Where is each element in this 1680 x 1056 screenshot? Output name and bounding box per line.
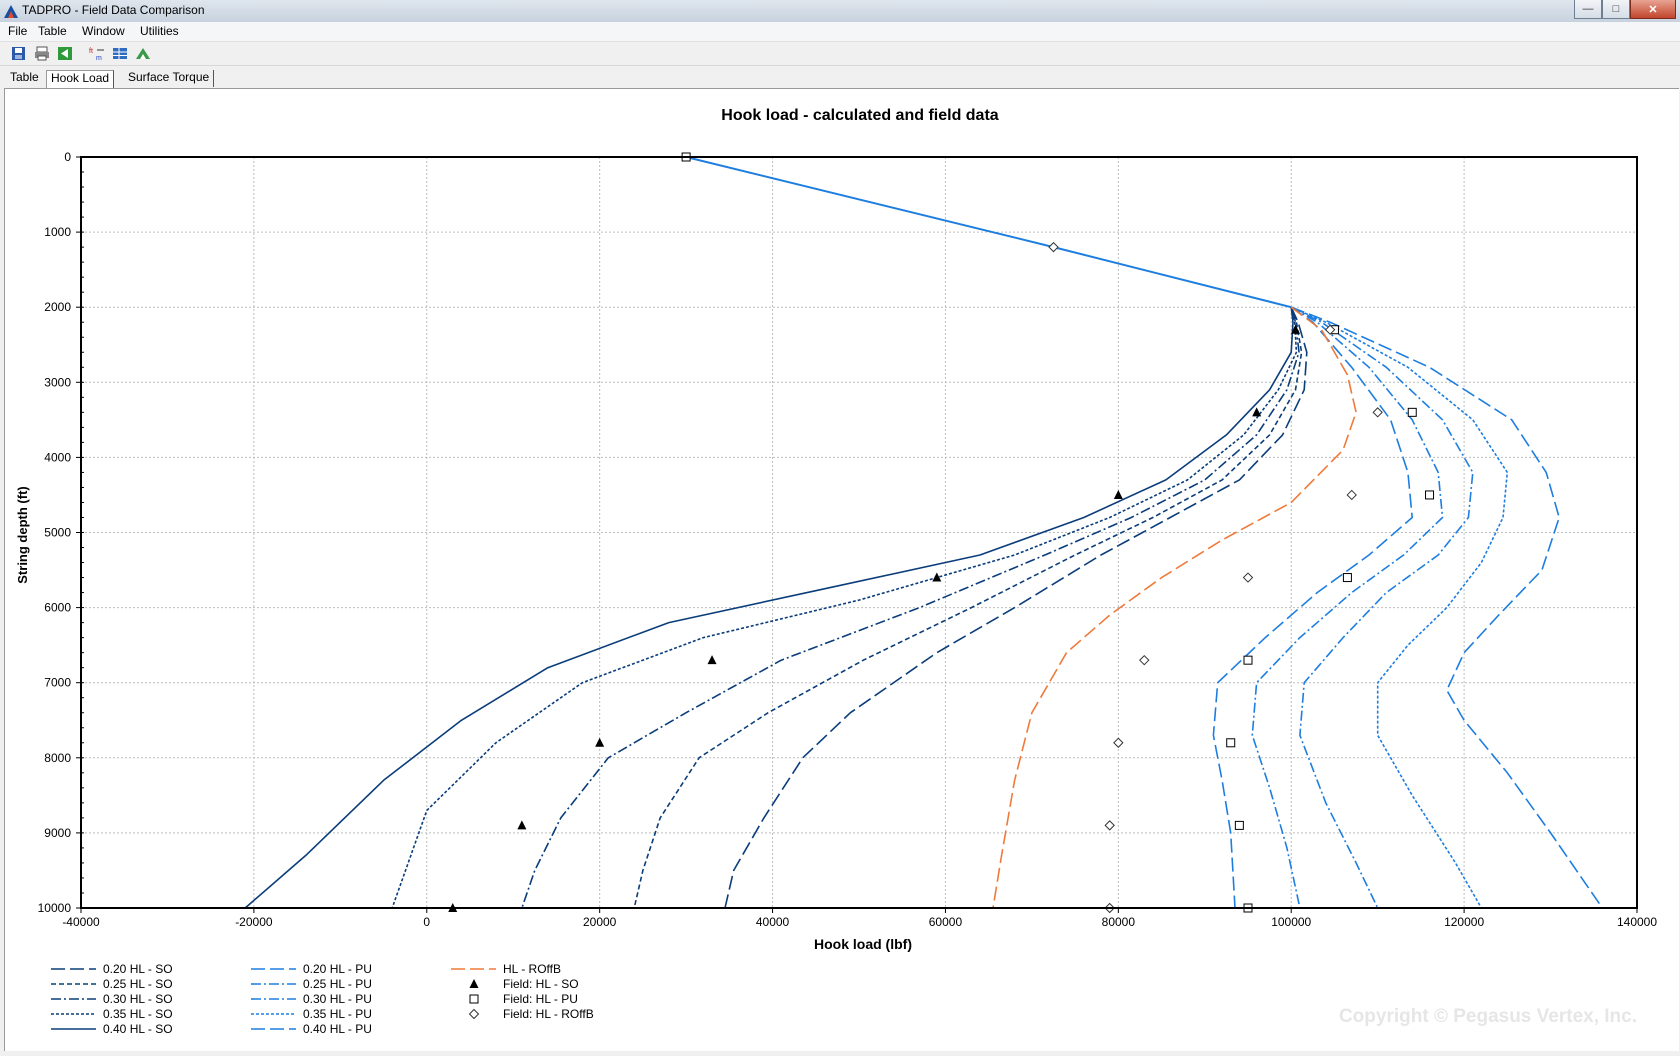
- tab-surface-torque[interactable]: Surface Torque: [124, 70, 215, 87]
- x-tick-label: 100000: [1271, 915, 1311, 929]
- tab-strip: Table Hook Load Surface Torque: [0, 66, 1680, 88]
- app-icon: [4, 5, 18, 18]
- x-tick-label: 120000: [1444, 915, 1484, 929]
- legend-label-field-2: Field: HL - PU: [503, 992, 578, 1006]
- x-tick-label: 40000: [756, 915, 790, 929]
- field-pu-point: [1243, 655, 1253, 665]
- maximize-icon: □: [1612, 3, 1620, 15]
- legend-marker-field-2: [469, 994, 479, 1004]
- legend-label-9: 0.35 HL - PU: [303, 1007, 372, 1021]
- field-pu-point: [1234, 820, 1244, 830]
- field-so-point: [707, 655, 717, 665]
- x-tick-label: 60000: [929, 915, 963, 929]
- x-tick-label: -40000: [62, 915, 100, 929]
- back-icon[interactable]: [56, 45, 74, 62]
- save-icon[interactable]: [10, 45, 28, 62]
- y-tick-label: 0: [64, 150, 71, 164]
- x-axis-label: Hook load (lbf): [814, 936, 912, 952]
- legend-label-4: 0.35 HL - SO: [103, 1007, 173, 1021]
- field-roffb-point: [1346, 489, 1357, 501]
- table-icon[interactable]: [111, 45, 129, 62]
- field-so-point: [517, 820, 527, 830]
- legend-marker-field-3: [468, 1008, 480, 1020]
- field-roffb-point: [1113, 737, 1124, 748]
- legend-label-field-1: Field: HL - SO: [503, 977, 579, 991]
- toolbar: ft m: [0, 42, 1680, 66]
- y-tick-label: 9000: [44, 826, 71, 840]
- y-tick-label: 10000: [38, 901, 72, 915]
- hook-load-chart: Hook load - calculated and field data -4…: [15, 107, 1657, 1036]
- close-icon: ✕: [1648, 3, 1658, 16]
- svg-text:ft: ft: [89, 48, 93, 55]
- legend-label-6: 0.20 HL - PU: [303, 962, 372, 976]
- minimize-button[interactable]: —: [1574, 0, 1602, 19]
- menu-bar: File Table Window Utilities: [0, 22, 1680, 42]
- menu-window[interactable]: Window: [82, 24, 125, 38]
- field-pu-point: [1407, 407, 1417, 417]
- field-so-point: [1113, 489, 1123, 499]
- field-pu-point: [1226, 738, 1236, 748]
- maximize-button[interactable]: □: [1602, 0, 1630, 19]
- field-roffb-point: [1104, 820, 1115, 831]
- export-icon[interactable]: [134, 45, 152, 62]
- menu-file[interactable]: File: [8, 24, 27, 38]
- tab-table[interactable]: Table: [6, 70, 43, 87]
- series-line-4: [391, 307, 1298, 909]
- legend-label-5: 0.40 HL - SO: [103, 1022, 173, 1036]
- title-bar: TADPRO - Field Data Comparison — □ ✕: [0, 0, 1680, 23]
- legend-label-field-3: Field: HL - ROffB: [503, 1007, 594, 1021]
- legend-label-1: 0.20 HL - SO: [103, 962, 173, 976]
- units-icon[interactable]: ftm: [88, 45, 106, 62]
- field-roffb-point: [1372, 407, 1383, 418]
- field-pu-point: [1342, 573, 1352, 583]
- svg-text:m: m: [96, 55, 102, 62]
- field-pu-point: [1425, 490, 1435, 500]
- copyright-text: Copyright © Pegasus Vertex, Inc.: [1339, 1006, 1637, 1027]
- close-button[interactable]: ✕: [1630, 0, 1676, 19]
- field-roffb-point: [1048, 241, 1059, 253]
- legend-label-7: 0.25 HL - PU: [303, 977, 372, 991]
- x-tick-label: 140000: [1617, 915, 1657, 929]
- menu-table[interactable]: Table: [38, 24, 67, 38]
- field-roffb-point: [1242, 572, 1254, 583]
- series-line-1: [724, 306, 1308, 909]
- legend-label-8: 0.30 HL - PU: [303, 992, 372, 1006]
- y-tick-label: 6000: [44, 601, 71, 615]
- legend-label-2: 0.25 HL - SO: [103, 977, 173, 991]
- field-so-point: [1252, 407, 1262, 417]
- chart-panel: Hook load - calculated and field data -4…: [4, 88, 1679, 1051]
- x-tick-label: 80000: [1102, 915, 1136, 929]
- legend-label-11: HL - ROffB: [503, 962, 561, 976]
- legend-label-3: 0.30 HL - SO: [103, 992, 173, 1006]
- tab-hook-load[interactable]: Hook Load: [46, 70, 115, 88]
- menu-utilities[interactable]: Utilities: [140, 24, 179, 38]
- window-title: TADPRO - Field Data Comparison: [22, 3, 205, 17]
- legend-label-10: 0.40 HL - PU: [303, 1022, 372, 1036]
- y-tick-label: 2000: [44, 300, 71, 314]
- y-axis-label: String depth (ft): [15, 486, 30, 583]
- y-tick-label: 4000: [44, 450, 71, 464]
- print-icon[interactable]: [33, 45, 51, 62]
- field-roffb-point: [1139, 654, 1150, 666]
- y-tick-label: 3000: [44, 375, 71, 389]
- legend: 0.20 HL - SO0.25 HL - SO0.30 HL - SO0.35…: [51, 962, 594, 1036]
- y-tick-label: 5000: [44, 526, 71, 540]
- y-tick-label: 1000: [44, 225, 71, 239]
- series-line-common-top: [685, 156, 1292, 309]
- legend-marker-field-1: [469, 979, 479, 988]
- field-so-point: [595, 737, 605, 747]
- x-tick-label: 0: [423, 915, 430, 929]
- x-tick-label: -20000: [235, 915, 273, 929]
- chart-title: Hook load - calculated and field data: [721, 107, 998, 124]
- minimize-icon: —: [1582, 3, 1594, 15]
- y-tick-label: 7000: [44, 676, 71, 690]
- x-tick-label: 20000: [583, 915, 617, 929]
- y-tick-label: 8000: [44, 751, 71, 765]
